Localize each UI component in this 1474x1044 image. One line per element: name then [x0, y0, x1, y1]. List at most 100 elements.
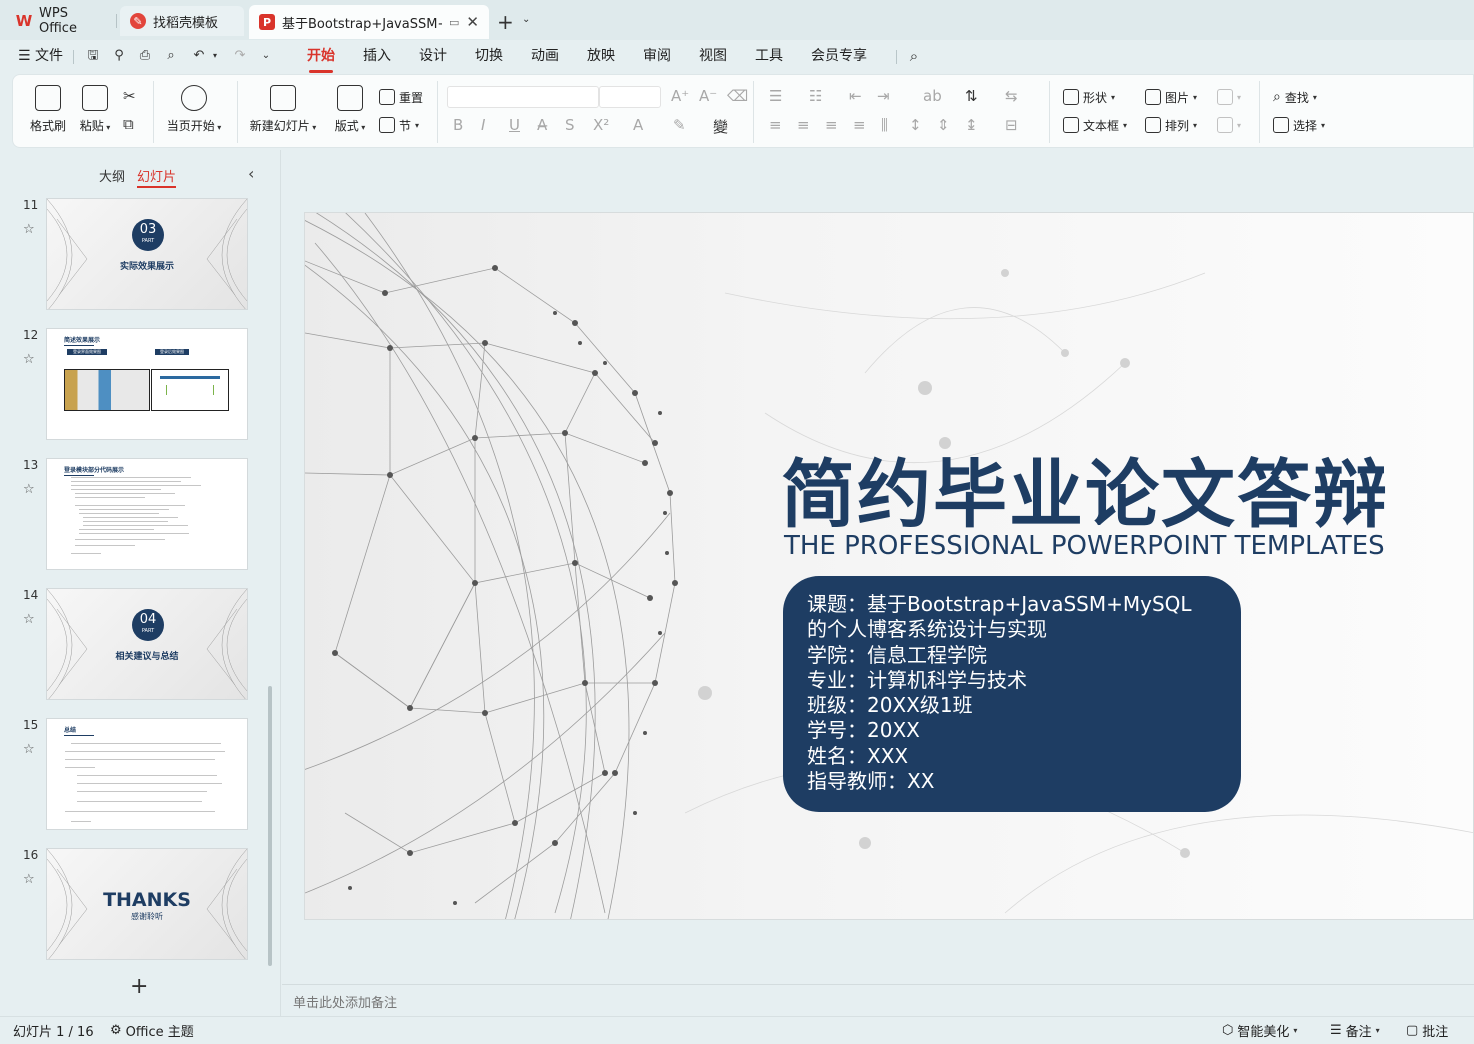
superscript-icon[interactable]: X² — [593, 116, 609, 134]
project-info-box[interactable]: 课题：基于Bootstrap+JavaSSM+MySQL 的个人博客系统设计与实… — [783, 576, 1241, 812]
paragraph-spacing-icon[interactable]: ⇕ — [937, 116, 950, 134]
clear-format-icon[interactable]: ⌫ — [727, 87, 748, 105]
file-menu[interactable]: ☰ 文件 — [18, 46, 63, 68]
smart-beautify-button[interactable]: ⬡ 智能美化 ▾ — [1222, 1021, 1297, 1040]
menu-insert[interactable]: 插入 — [363, 46, 391, 68]
layout-button[interactable]: 版式 ▾ — [331, 85, 369, 134]
more-chevron-icon[interactable]: ⌄ — [258, 48, 274, 64]
text-direction-icon[interactable]: ab — [923, 87, 942, 105]
new-slide-button[interactable]: 新建幻灯片 ▾ — [247, 85, 319, 134]
italic-icon[interactable]: I — [481, 116, 485, 134]
cut-icon[interactable]: ✂ — [123, 87, 136, 105]
highlight-icon[interactable]: ✎ — [673, 116, 686, 134]
print-preview-icon[interactable]: ⌕ — [163, 48, 179, 64]
reset-button[interactable]: 重置 — [379, 87, 423, 107]
character-spacing-icon[interactable]: 變 — [713, 116, 728, 137]
decrease-indent-icon[interactable]: ⇤ — [849, 87, 862, 105]
fill-color-button[interactable]: ▾ — [1217, 87, 1241, 107]
section-button[interactable]: 节 ▾ — [379, 115, 419, 135]
slide-title[interactable]: 简约毕业论文答辩 — [781, 435, 1389, 542]
copy-icon[interactable]: ⧉ — [123, 115, 134, 133]
monitor-icon[interactable]: ▭ — [449, 16, 459, 29]
print-icon[interactable]: ⎙ — [137, 48, 153, 64]
share-icon[interactable]: ⚲ — [111, 48, 127, 64]
increase-font-icon[interactable]: A⁺ — [671, 87, 689, 105]
menu-transition[interactable]: 切换 — [475, 46, 503, 68]
star-icon[interactable]: ☆ — [23, 352, 35, 367]
outline-color-button[interactable]: ▾ — [1217, 115, 1241, 135]
shape-button[interactable]: 形状 ▾ — [1063, 87, 1115, 107]
bullets-icon[interactable]: ☰ — [769, 87, 782, 105]
tab-current-document[interactable]: P 基于Bootstrap+JavaSSM+M ▭ ✕ — [249, 5, 489, 39]
text-align-vertical-icon[interactable]: ⊟ — [1005, 116, 1018, 134]
font-size-select[interactable] — [599, 86, 661, 108]
menu-animation[interactable]: 动画 — [531, 46, 559, 68]
star-icon[interactable]: ☆ — [23, 612, 35, 627]
start-from-current-button[interactable]: 当页开始 ▾ — [163, 85, 225, 134]
decrease-font-icon[interactable]: A⁻ — [699, 87, 717, 105]
star-icon[interactable]: ☆ — [23, 222, 35, 237]
select-button[interactable]: 选择 ▾ — [1273, 115, 1325, 135]
slide-subtitle[interactable]: THE PROFESSIONAL POWERPOINT TEMPLATES — [784, 531, 1385, 561]
new-tab-plus-icon[interactable]: + — [497, 10, 514, 34]
current-slide[interactable]: 简约毕业论文答辩 THE PROFESSIONAL POWERPOINT TEM… — [304, 212, 1474, 920]
shadow-text-icon[interactable]: S — [565, 116, 575, 134]
menu-view[interactable]: 视图 — [699, 46, 727, 68]
line-spacing-icon[interactable]: ↕ — [909, 116, 922, 134]
tab-slides[interactable]: 幻灯片 — [137, 166, 177, 188]
slide-thumbnail-16[interactable]: 16 ☆ THANKS 感谢聆听 — [0, 848, 270, 960]
theme-button[interactable]: ⚙ Office 主题 — [110, 1021, 194, 1040]
textbox-button[interactable]: 文本框 ▾ — [1063, 115, 1127, 135]
menu-tools[interactable]: 工具 — [755, 46, 783, 68]
align-left-icon[interactable]: ≡ — [769, 116, 782, 134]
save-icon[interactable]: 🖫 — [85, 48, 101, 64]
convert-icon[interactable]: ⇆ — [1005, 87, 1018, 105]
redo-icon[interactable]: ↷ — [232, 48, 248, 64]
slide-thumbnail-11[interactable]: 11 ☆ 03 PART 实际效果展示 — [0, 198, 270, 310]
collapse-panel-icon[interactable]: ‹ — [248, 164, 254, 183]
column-spacing-icon[interactable]: ↨ — [965, 116, 978, 134]
menu-home[interactable]: 开始 — [307, 46, 335, 73]
strikethrough-icon[interactable]: A̶ — [537, 116, 547, 134]
slide-thumbnail-15[interactable]: 15 ☆ 总结 — [0, 718, 270, 830]
menu-review[interactable]: 审阅 — [643, 46, 671, 68]
comments-button[interactable]: ▢ 批注 — [1406, 1021, 1448, 1040]
bold-icon[interactable]: B — [453, 116, 463, 134]
font-color-icon[interactable]: A — [633, 116, 643, 134]
menu-slideshow[interactable]: 放映 — [587, 46, 615, 68]
slide-thumbnail-12[interactable]: 12 ☆ 简述效果展示 登录界面效果图 登录后效果图 — [0, 328, 270, 440]
notes-toggle-button[interactable]: ☰ 备注 ▾ — [1330, 1021, 1380, 1040]
underline-icon[interactable]: U — [509, 116, 520, 134]
slide-editing-canvas[interactable]: 简约毕业论文答辩 THE PROFESSIONAL POWERPOINT TEM… — [282, 150, 1474, 984]
search-icon[interactable]: ⌕ — [906, 48, 922, 64]
paste-button[interactable]: 粘贴 ▾ — [77, 85, 113, 134]
tab-template-store[interactable]: ✎ 找稻壳模板 — [120, 6, 244, 36]
star-icon[interactable]: ☆ — [23, 872, 35, 887]
star-icon[interactable]: ☆ — [23, 482, 35, 497]
tab-list-chevron-icon[interactable]: ⌄ — [522, 14, 530, 25]
undo-icon[interactable]: ↶ — [191, 48, 207, 64]
sort-icon[interactable]: ⇅ — [965, 87, 978, 105]
menu-design[interactable]: 设计 — [419, 46, 447, 68]
panel-scrollbar[interactable] — [268, 686, 272, 966]
align-right-icon[interactable]: ≡ — [825, 116, 838, 134]
numbering-icon[interactable]: ☷ — [809, 87, 822, 105]
tab-wps-office[interactable]: W WPS Office — [6, 6, 114, 36]
increase-indent-icon[interactable]: ⇥ — [877, 87, 890, 105]
distribute-icon[interactable]: ⫼ — [881, 116, 888, 134]
slide-thumbnail-14[interactable]: 14 ☆ 04 PART 相关建议与总结 — [0, 588, 270, 700]
slide-thumbnail-13[interactable]: 13 ☆ 登录模块部分代码展示 — [0, 458, 270, 570]
font-family-select[interactable] — [447, 86, 599, 108]
add-slide-plus-icon[interactable]: + — [130, 974, 148, 999]
format-painter-button[interactable]: 格式刷 — [27, 85, 69, 134]
menu-membership[interactable]: 会员专享 — [811, 46, 867, 68]
star-icon[interactable]: ☆ — [23, 742, 35, 757]
picture-button[interactable]: 图片 ▾ — [1145, 87, 1197, 107]
justify-icon[interactable]: ≡ — [853, 116, 866, 134]
close-tab-icon[interactable]: ✕ — [466, 13, 479, 31]
notes-area[interactable]: 单击此处添加备注 — [282, 984, 1474, 1016]
undo-dropdown-icon[interactable]: ▾ — [207, 48, 223, 64]
tab-outline[interactable]: 大纲 — [99, 166, 125, 185]
align-center-icon[interactable]: ≡ — [797, 116, 810, 134]
arrange-button[interactable]: 排列 ▾ — [1145, 115, 1197, 135]
